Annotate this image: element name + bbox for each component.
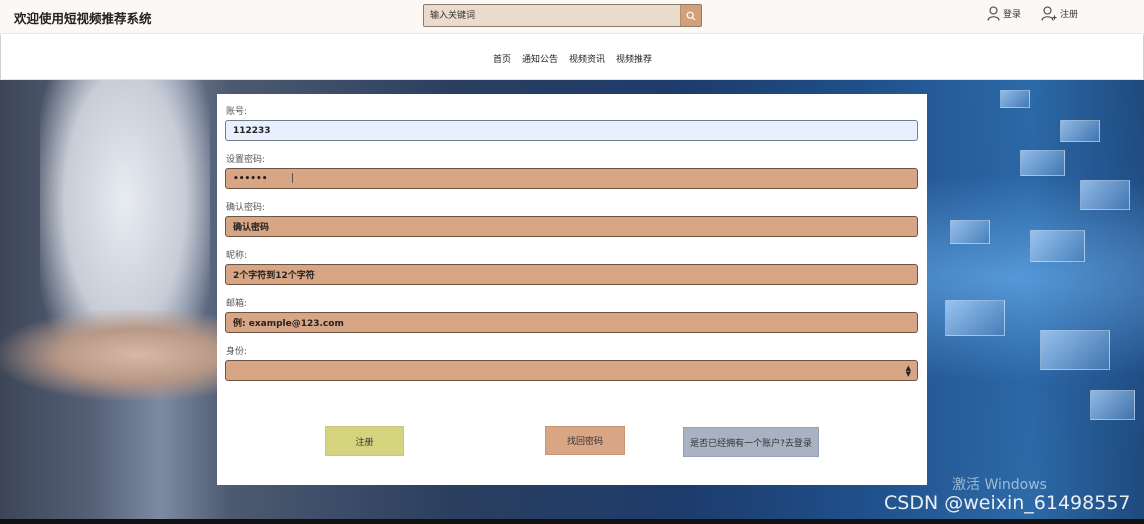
password-label: 设置密码: bbox=[226, 155, 266, 165]
login-link[interactable]: 登录 bbox=[987, 6, 1021, 21]
search-button[interactable] bbox=[680, 5, 701, 26]
identity-select[interactable]: ▲ ▼ bbox=[225, 360, 918, 381]
hero-tile bbox=[950, 220, 990, 244]
register-form: 账号: 112233 设置密码: •••••• 确认密码: 确认密码 昵称: 2… bbox=[217, 94, 927, 485]
search-input[interactable] bbox=[424, 5, 680, 26]
search-box bbox=[423, 4, 702, 27]
add-user-icon bbox=[1041, 6, 1057, 21]
nav-item-home[interactable]: 首页 bbox=[493, 52, 511, 65]
nav-item-video-news[interactable]: 视频资讯 bbox=[569, 52, 605, 65]
nickname-field[interactable]: 2个字符到12个字符 bbox=[225, 264, 918, 285]
search-icon bbox=[686, 11, 696, 20]
select-arrows-icon: ▲ ▼ bbox=[905, 364, 911, 378]
register-link[interactable]: 注册 bbox=[1041, 6, 1078, 21]
email-field[interactable]: 例: example@123.com bbox=[225, 312, 918, 333]
hero-video-tiles bbox=[930, 80, 1144, 520]
windows-activation-watermark: 激活 Windows bbox=[952, 477, 1047, 493]
register-label: 注册 bbox=[1060, 10, 1079, 20]
confirm-password-placeholder: 确认密码 bbox=[233, 223, 270, 233]
hero-tile bbox=[1040, 330, 1110, 370]
confirm-password-field[interactable]: 确认密码 bbox=[225, 216, 918, 237]
user-icon bbox=[987, 6, 1000, 21]
nickname-placeholder: 2个字符到12个字符 bbox=[233, 271, 315, 281]
nickname-label: 昵称: bbox=[226, 251, 248, 261]
hero-arm bbox=[0, 310, 230, 400]
nav-item-video-recommend[interactable]: 视频推荐 bbox=[616, 52, 652, 65]
main-nav: 首页 通知公告 视频资讯 视频推荐 bbox=[0, 35, 1144, 80]
account-label: 账号: bbox=[226, 107, 248, 117]
text-cursor-icon bbox=[292, 173, 298, 183]
confirm-password-label: 确认密码: bbox=[226, 203, 266, 213]
nav-item-notices[interactable]: 通知公告 bbox=[522, 52, 558, 65]
bottom-bar bbox=[0, 519, 1144, 524]
site-title: 欢迎使用短视频推荐系统 bbox=[14, 11, 152, 26]
password-value: •••••• bbox=[233, 173, 268, 184]
hero-tile bbox=[1030, 230, 1085, 262]
email-label: 邮箱: bbox=[226, 299, 248, 309]
top-header: 欢迎使用短视频推荐系统 登录 注册 bbox=[0, 0, 1144, 34]
hero-tile bbox=[1020, 150, 1065, 176]
recover-password-button[interactable]: 找回密码 bbox=[545, 426, 625, 455]
password-field[interactable]: •••••• bbox=[225, 168, 918, 189]
login-label: 登录 bbox=[1003, 10, 1022, 20]
account-value: 112233 bbox=[233, 125, 271, 136]
hero-tile bbox=[1000, 90, 1030, 108]
hero-tile bbox=[945, 300, 1005, 336]
csdn-watermark: CSDN @weixin_61498557 bbox=[884, 492, 1131, 514]
identity-label: 身份: bbox=[226, 347, 248, 357]
hero-tile bbox=[1090, 390, 1135, 420]
register-button[interactable]: 注册 bbox=[325, 426, 404, 456]
email-placeholder: 例: example@123.com bbox=[233, 319, 344, 329]
goto-login-button[interactable]: 是否已经拥有一个账户?去登录 bbox=[683, 427, 819, 457]
hero-tile bbox=[1080, 180, 1130, 210]
hero-tile bbox=[1060, 120, 1100, 142]
account-field[interactable]: 112233 bbox=[225, 120, 918, 141]
